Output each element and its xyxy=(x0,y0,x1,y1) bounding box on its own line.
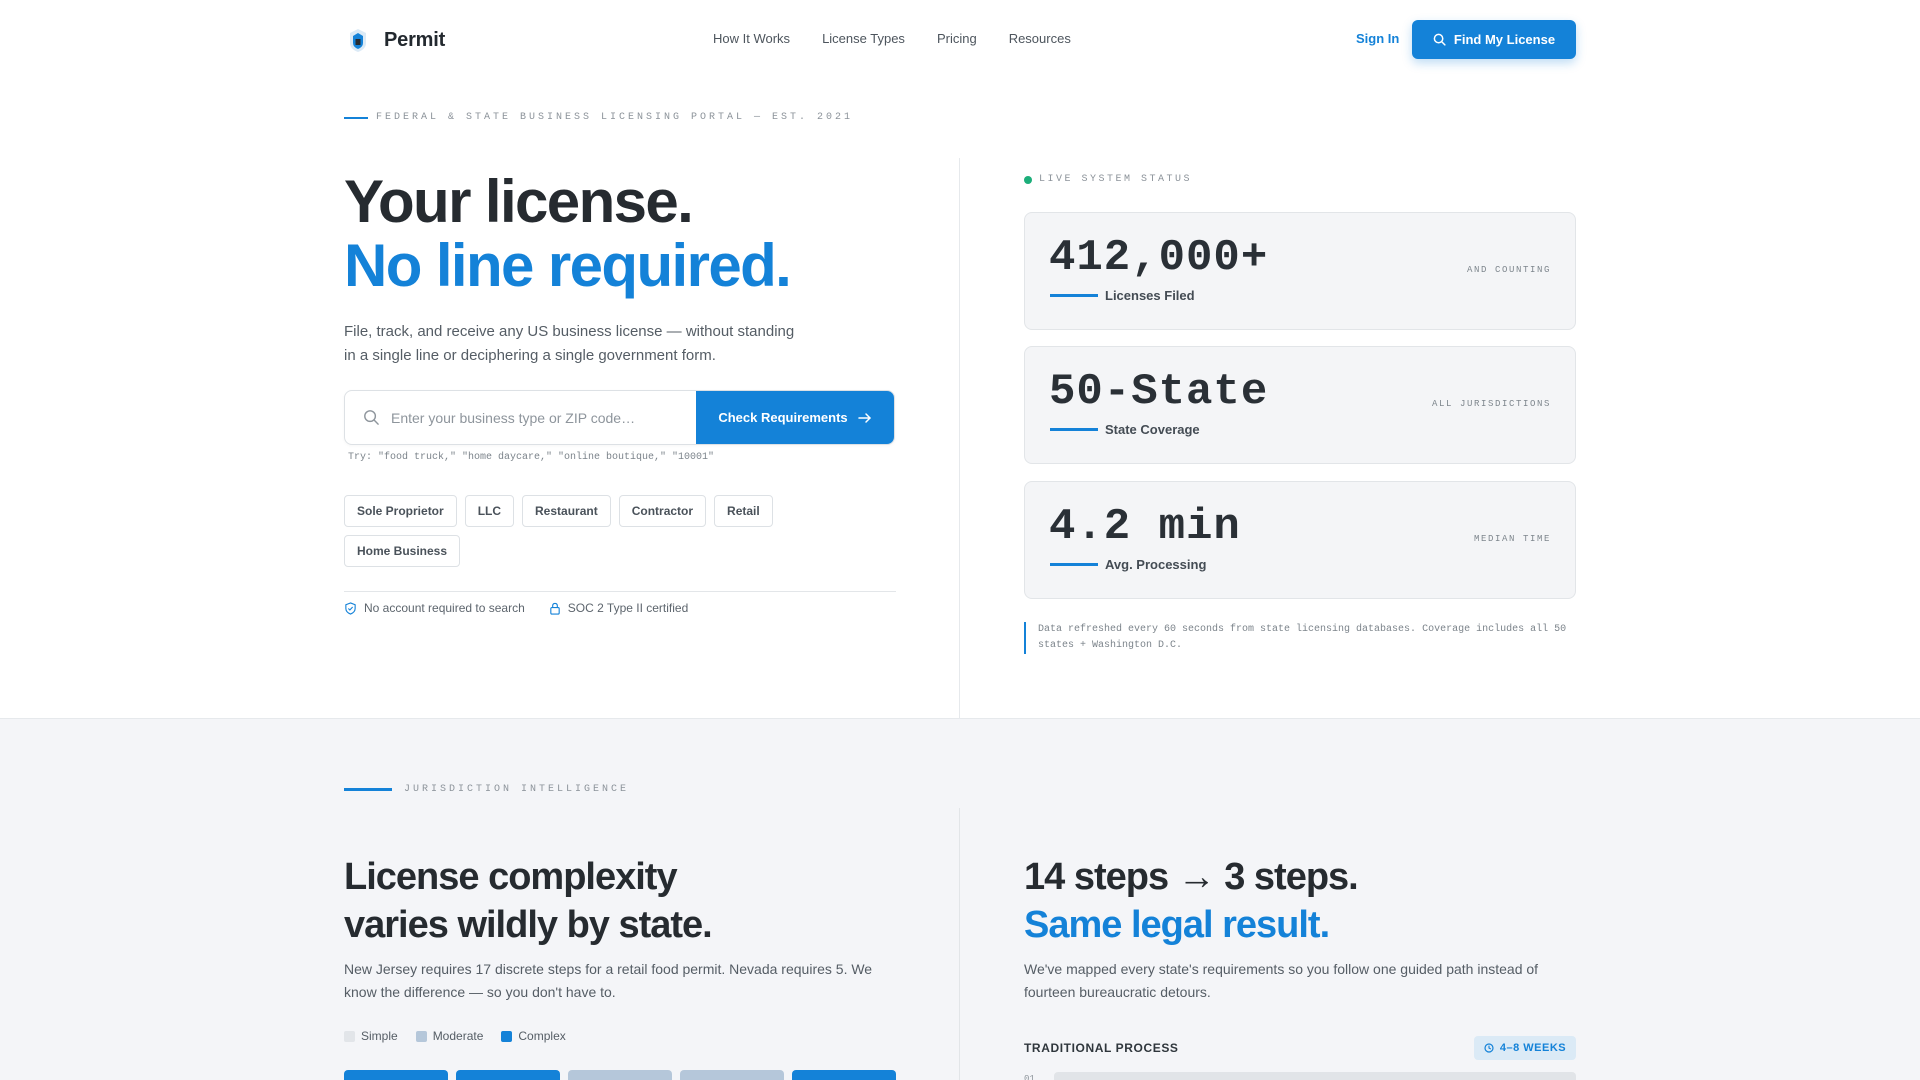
nav-license-types[interactable]: License Types xyxy=(822,31,905,46)
step-number: 01 xyxy=(1024,1074,1035,1080)
section-eyebrow-text: JURISDICTION INTELLIGENCE xyxy=(404,784,630,795)
chip-home-business[interactable]: Home Business xyxy=(344,535,461,567)
state-tile[interactable] xyxy=(680,1070,784,1080)
complexity-body: New Jersey requires 17 discrete steps fo… xyxy=(344,961,873,1000)
trust-soc2: SOC 2 Type II certified xyxy=(549,601,689,615)
find-my-license-button[interactable]: Find My License xyxy=(1412,20,1576,59)
data-refresh-note: Data refreshed every 60 seconds from sta… xyxy=(1024,622,1576,654)
stat-card-state-coverage: 50-State State Coverage ALL JURISDICTION… xyxy=(1024,346,1576,464)
check-requirements-label: Check Requirements xyxy=(718,410,848,425)
complexity-title: License complexity varies wildly by stat… xyxy=(344,853,713,949)
trust-badges: No account required to search SOC 2 Type… xyxy=(344,601,688,615)
steps-body: We've mapped every state's requirements … xyxy=(1024,961,1539,1000)
nav-resources[interactable]: Resources xyxy=(1009,31,1071,46)
hero-eyebrow: FEDERAL & STATE BUSINESS LICENSING PORTA… xyxy=(344,112,853,123)
stat-card-avg-processing: 4.2 min Avg. Processing MEDIAN TIME xyxy=(1024,481,1576,599)
jurisdiction-section xyxy=(0,718,1920,1080)
trust-divider xyxy=(344,591,896,592)
nav-pricing[interactable]: Pricing xyxy=(937,31,977,46)
legend-complex: Complex xyxy=(501,1029,566,1043)
eyebrow-rule xyxy=(344,116,368,119)
trust-no-account: No account required to search xyxy=(344,601,525,615)
duration-badge-label: 4–8 WEEKS xyxy=(1499,1042,1567,1054)
stat-value: 4.2 min xyxy=(1049,502,1241,552)
nav-how-it-works[interactable]: How It Works xyxy=(713,31,790,46)
chip-sole-proprietor[interactable]: Sole Proprietor xyxy=(344,495,457,527)
business-type-chips: Sole Proprietor LLC Restaurant Contracto… xyxy=(344,495,814,567)
clock-icon xyxy=(1484,1043,1494,1053)
stat-accent-bar xyxy=(1050,428,1098,431)
arrow-right-icon xyxy=(857,412,871,423)
legend-moderate-label: Moderate xyxy=(432,1029,484,1043)
legend-simple-label: Simple xyxy=(361,1029,398,1043)
sign-in-link[interactable]: Sign In xyxy=(1356,31,1399,46)
legend-complex-label: Complex xyxy=(518,1029,566,1043)
section-eyebrow: JURISDICTION INTELLIGENCE xyxy=(344,784,629,795)
hero-title-line1: Your license. xyxy=(344,168,694,235)
brand-logo[interactable]: Permit xyxy=(344,26,445,54)
state-tile[interactable] xyxy=(456,1070,560,1080)
legend-moderate: Moderate xyxy=(415,1029,484,1043)
state-tile[interactable] xyxy=(568,1070,672,1080)
chip-retail[interactable]: Retail xyxy=(714,495,773,527)
state-tile[interactable] xyxy=(344,1070,448,1080)
stat-accent-bar xyxy=(1050,563,1098,566)
section-divider xyxy=(959,808,960,1080)
legend-swatch-complex xyxy=(501,1030,513,1042)
main-nav: How It Works License Types Pricing Resou… xyxy=(713,31,1071,46)
stat-card-licenses-filed: 412,000+ Licenses Filed AND COUNTING xyxy=(1024,212,1576,330)
brand-name: Permit xyxy=(384,28,446,51)
legend-swatch-moderate xyxy=(415,1030,427,1042)
traditional-process-label: TRADITIONAL PROCESS xyxy=(1024,1041,1179,1055)
steps-title-line2: Same legal result. xyxy=(1024,904,1330,946)
trust-no-account-label: No account required to search xyxy=(364,601,525,615)
search-icon xyxy=(364,410,379,425)
stat-value: 412,000+ xyxy=(1049,233,1269,283)
steps-title-line1: 14 steps → 3 steps. xyxy=(1024,856,1359,898)
search-hint: Try: "food truck," "home daycare," "onli… xyxy=(348,452,715,463)
chip-restaurant[interactable]: Restaurant xyxy=(522,495,611,527)
state-tile[interactable] xyxy=(792,1070,896,1080)
license-search-box: Check Requirements xyxy=(344,390,895,445)
hero-title: Your license. No line required. xyxy=(344,168,792,299)
search-icon xyxy=(1433,33,1446,46)
complexity-legend: Simple Moderate Complex xyxy=(344,1029,566,1043)
legend-simple: Simple xyxy=(344,1029,398,1043)
section-eyebrow-rule xyxy=(344,788,392,791)
hero-divider xyxy=(959,158,960,718)
duration-badge: 4–8 WEEKS xyxy=(1474,1036,1576,1060)
live-status-label: LIVE SYSTEM STATUS xyxy=(1024,174,1192,185)
stat-tag: AND COUNTING xyxy=(1466,265,1551,275)
chip-llc[interactable]: LLC xyxy=(464,495,515,527)
shield-check-icon xyxy=(345,601,356,615)
state-complexity-tiles xyxy=(344,1070,896,1080)
site-header: Permit How It Works License Types Pricin… xyxy=(0,0,1920,80)
stat-label: Licenses Filed xyxy=(1105,288,1195,303)
stat-label: State Coverage xyxy=(1105,422,1200,437)
legend-swatch-simple xyxy=(344,1030,355,1042)
logo-badge-icon xyxy=(350,29,366,52)
live-status-dot xyxy=(1024,175,1032,184)
stat-tag: MEDIAN TIME xyxy=(1473,534,1551,544)
stat-label: Avg. Processing xyxy=(1105,557,1207,572)
complexity-title-line2: varies wildly by state. xyxy=(344,904,713,946)
chip-contractor[interactable]: Contractor xyxy=(618,495,707,527)
complexity-title-line1: License complexity xyxy=(344,856,678,898)
find-my-license-label: Find My License xyxy=(1453,32,1556,47)
check-requirements-button[interactable]: Check Requirements xyxy=(696,391,894,444)
stat-accent-bar xyxy=(1050,294,1098,297)
lock-icon xyxy=(550,602,560,615)
hero-title-line2: No line required. xyxy=(344,232,792,299)
live-status-text: LIVE SYSTEM STATUS xyxy=(1039,174,1193,185)
eyebrow-text: FEDERAL & STATE BUSINESS LICENSING PORTA… xyxy=(376,112,854,123)
trust-soc2-label: SOC 2 Type II certified xyxy=(567,601,689,615)
stat-value: 50-State xyxy=(1049,367,1269,417)
steps-title: 14 steps → 3 steps. Same legal result. xyxy=(1024,853,1359,949)
step-bar xyxy=(1054,1072,1576,1080)
hero-subtitle: File, track, and receive any US business… xyxy=(344,323,795,364)
business-search-input[interactable] xyxy=(391,391,691,444)
stat-tag: ALL JURISDICTIONS xyxy=(1431,399,1551,409)
